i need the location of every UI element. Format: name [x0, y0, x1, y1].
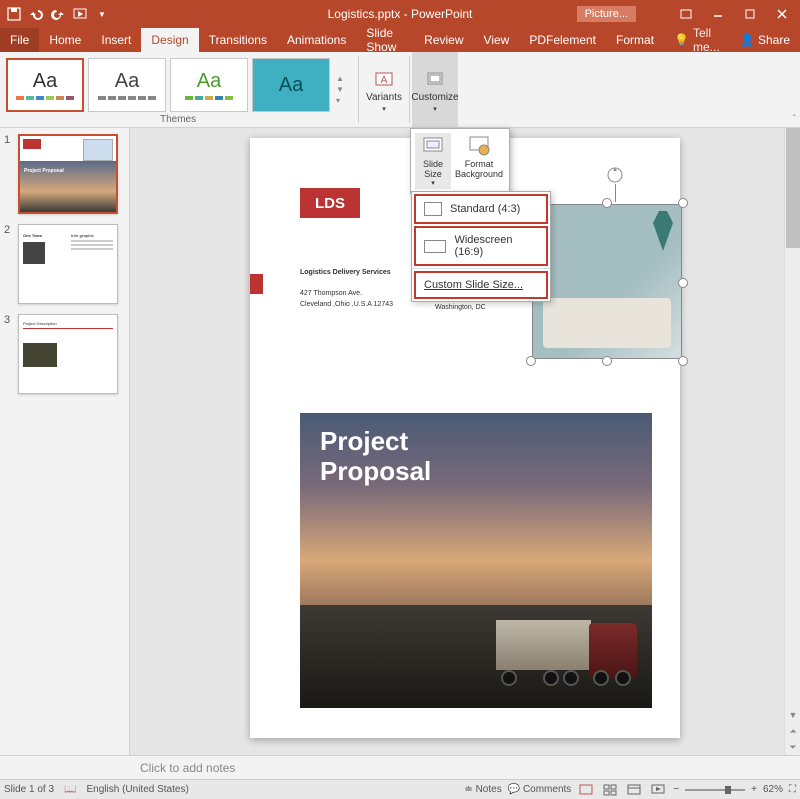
- customize-icon: [425, 70, 445, 90]
- window-title: Logistics.pptx - PowerPoint: [328, 7, 473, 21]
- variants-icon: A: [374, 70, 394, 90]
- status-bar: Slide 1 of 3 📖 English (United States) ≐…: [0, 779, 800, 799]
- qat-dropdown-icon[interactable]: ▼: [94, 6, 110, 22]
- theme-office[interactable]: Aa: [6, 58, 84, 112]
- fit-to-window-icon[interactable]: ⛶: [789, 784, 796, 795]
- zoom-in-button[interactable]: +: [751, 784, 757, 795]
- share-icon: 👤: [740, 33, 755, 47]
- title-bar: ▼ Logistics.pptx - PowerPoint Picture...: [0, 0, 800, 28]
- theme-grayscale[interactable]: Aa: [88, 58, 166, 112]
- zoom-slider[interactable]: [685, 789, 745, 791]
- tab-pdfelement[interactable]: PDFelement: [519, 28, 606, 52]
- ribbon-design: Aa Aa Aa Aa ▲▼▾ Themes A Variants▾ Custo…: [0, 52, 800, 128]
- comments-toggle[interactable]: 💬 Comments: [508, 784, 572, 795]
- undo-icon[interactable]: [28, 6, 44, 22]
- customize-dropdown: Slide Size ▾ Format Background Standard …: [410, 128, 510, 194]
- tab-insert[interactable]: Insert: [91, 28, 141, 52]
- slide-thumbnail-2[interactable]: One Team Info graphic: [18, 224, 118, 304]
- variants-button[interactable]: A Variants▾: [361, 52, 407, 127]
- language-status[interactable]: English (United States): [87, 784, 189, 795]
- tab-format[interactable]: Format: [606, 28, 664, 52]
- customize-button[interactable]: Customize▾: [412, 52, 458, 127]
- lds-logo: LDS: [300, 188, 360, 218]
- themes-group-label: Themes: [160, 114, 196, 125]
- normal-view-icon[interactable]: [577, 783, 595, 797]
- resize-handle[interactable]: [526, 356, 536, 366]
- prev-slide-icon[interactable]: ⏶: [785, 723, 800, 739]
- tab-transitions[interactable]: Transitions: [199, 28, 277, 52]
- tab-file[interactable]: File: [0, 28, 39, 52]
- minimize-button[interactable]: [706, 4, 730, 24]
- thumb-number: 2: [4, 224, 14, 304]
- picture-content: [532, 204, 682, 359]
- theme-scroll[interactable]: ▲▼▾: [336, 52, 356, 127]
- resize-handle[interactable]: [678, 278, 688, 288]
- restore-button[interactable]: [738, 4, 762, 24]
- slide-thumbnail-3[interactable]: Project Description: [18, 314, 118, 394]
- slide-size-custom[interactable]: Custom Slide Size...: [414, 271, 548, 299]
- format-background-icon: [467, 135, 491, 157]
- tab-animations[interactable]: Animations: [277, 28, 356, 52]
- hero-image: ProjectProposal: [300, 413, 652, 708]
- slide-thumbnail-1[interactable]: Project Proposal: [18, 134, 118, 214]
- hero-title: ProjectProposal: [320, 427, 431, 487]
- slide-size-menu: Standard (4:3) Widescreen (16:9) Custom …: [411, 191, 551, 302]
- ribbon-options-icon[interactable]: [674, 4, 698, 24]
- slide-size-standard[interactable]: Standard (4:3): [414, 194, 548, 224]
- tab-design[interactable]: Design: [141, 28, 198, 52]
- picture-tools-label[interactable]: Picture...: [577, 6, 636, 22]
- menu-bar: File Home Insert Design Transitions Anim…: [0, 28, 800, 52]
- zoom-out-button[interactable]: −: [673, 784, 679, 795]
- start-from-beginning-icon[interactable]: [72, 6, 88, 22]
- notes-pane[interactable]: Click to add notes: [0, 755, 800, 779]
- reading-view-icon[interactable]: [625, 783, 643, 797]
- theme-green[interactable]: Aa: [170, 58, 248, 112]
- scroll-down-icon[interactable]: ▼: [785, 707, 800, 723]
- tab-slideshow[interactable]: Slide Show: [356, 28, 414, 52]
- slide-size-icon: [421, 135, 445, 157]
- vertical-scrollbar[interactable]: ▲ ▼ ⏶ ⏷: [784, 128, 800, 755]
- quick-access-toolbar: ▼: [0, 6, 110, 22]
- slide-counter[interactable]: Slide 1 of 3: [4, 784, 54, 795]
- tab-review[interactable]: Review: [414, 28, 473, 52]
- notes-toggle[interactable]: ≐ Notes: [464, 784, 501, 795]
- scrollbar-thumb[interactable]: [786, 128, 800, 248]
- svg-text:A: A: [381, 75, 388, 86]
- lightbulb-icon: 💡: [674, 33, 689, 47]
- thumb-number: 1: [4, 134, 14, 214]
- redo-icon[interactable]: [50, 6, 66, 22]
- sorter-view-icon[interactable]: [601, 783, 619, 797]
- slide-size-widescreen[interactable]: Widescreen (16:9): [414, 226, 548, 266]
- main-area: 1 Project Proposal 2 One Team Info graph…: [0, 128, 800, 755]
- slideshow-view-icon[interactable]: [649, 783, 667, 797]
- resize-handle[interactable]: [602, 198, 612, 208]
- collapse-ribbon-icon[interactable]: ˆ: [793, 114, 796, 125]
- company-info: Logistics Delivery Services 427 Thompson…: [300, 268, 393, 310]
- format-background-button[interactable]: Format Background: [453, 133, 505, 189]
- truck-graphic: [487, 600, 637, 690]
- slide-thumbnails-panel: 1 Project Proposal 2 One Team Info graph…: [0, 128, 130, 755]
- theme-teal[interactable]: Aa: [252, 58, 330, 112]
- next-slide-icon[interactable]: ⏷: [785, 739, 800, 755]
- thumb-number: 3: [4, 314, 14, 394]
- tab-view[interactable]: View: [474, 28, 520, 52]
- resize-handle[interactable]: [602, 356, 612, 366]
- close-button[interactable]: [770, 4, 794, 24]
- slide-size-button[interactable]: Slide Size ▾: [415, 133, 451, 189]
- tell-me-search[interactable]: 💡Tell me...: [664, 28, 730, 52]
- tab-home[interactable]: Home: [39, 28, 91, 52]
- red-accent-block: [250, 274, 263, 294]
- zoom-level[interactable]: 62%: [763, 784, 783, 795]
- rotate-handle[interactable]: [606, 166, 624, 184]
- share-button[interactable]: 👤 Share: [730, 28, 800, 52]
- save-icon[interactable]: [6, 6, 22, 22]
- resize-handle[interactable]: [678, 198, 688, 208]
- spellcheck-icon[interactable]: 📖: [64, 784, 76, 795]
- resize-handle[interactable]: [678, 356, 688, 366]
